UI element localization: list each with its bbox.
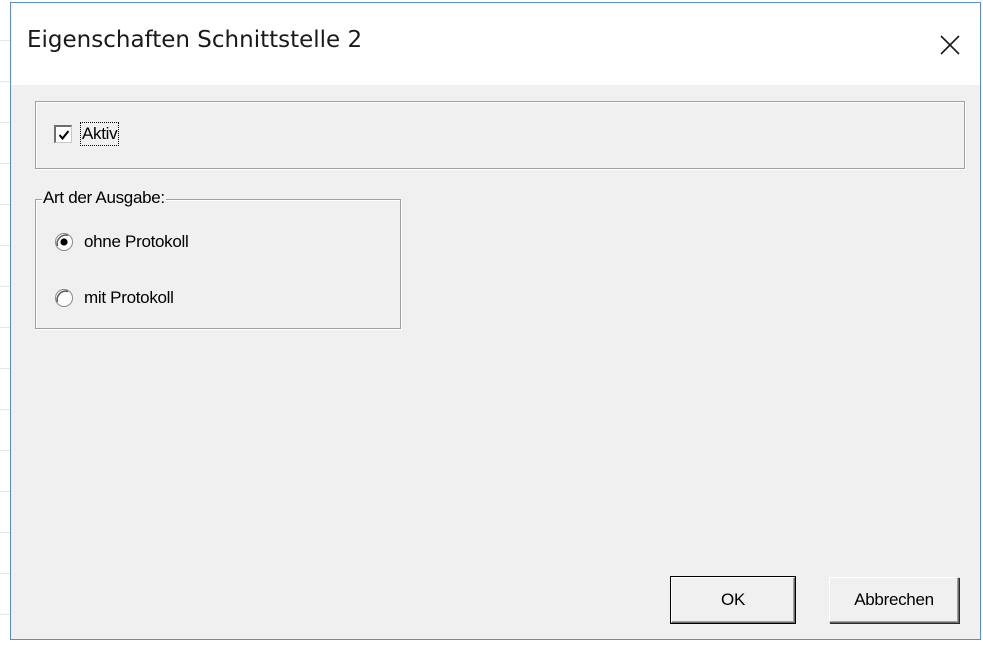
aktiv-checkbox-row[interactable]: Aktiv (54, 122, 120, 146)
radio-mit-protokoll-label: mit Protokoll (84, 288, 174, 307)
checkmark-icon (58, 129, 69, 140)
output-type-group: Art der Ausgabe: ohne Protokoll mit Prot… (35, 188, 401, 329)
output-type-legend: Art der Ausgabe: (42, 188, 166, 208)
dialog-title: Eigenschaften Schnittstelle 2 (27, 27, 363, 53)
radio-ohne-protokoll-row[interactable]: ohne Protokoll (54, 232, 189, 252)
close-icon (940, 35, 960, 55)
close-button[interactable] (922, 7, 978, 83)
radio-unselected-icon (55, 289, 73, 307)
aktiv-checkbox[interactable] (54, 125, 72, 143)
radio-ohne-protokoll[interactable] (54, 232, 74, 252)
radio-selected-icon (55, 233, 73, 251)
title-bar[interactable]: Eigenschaften Schnittstelle 2 (11, 3, 980, 85)
aktiv-label: Aktiv (80, 122, 120, 146)
ok-button[interactable]: OK (670, 576, 796, 624)
cancel-button[interactable]: Abbrechen (829, 577, 959, 623)
radio-mit-protokoll[interactable] (54, 288, 74, 308)
radio-mit-protokoll-row[interactable]: mit Protokoll (54, 288, 174, 308)
properties-dialog: Eigenschaften Schnittstelle 2 Aktiv Art … (10, 2, 981, 640)
aktiv-panel: Aktiv (35, 101, 965, 169)
radio-ohne-protokoll-label: ohne Protokoll (84, 232, 189, 251)
